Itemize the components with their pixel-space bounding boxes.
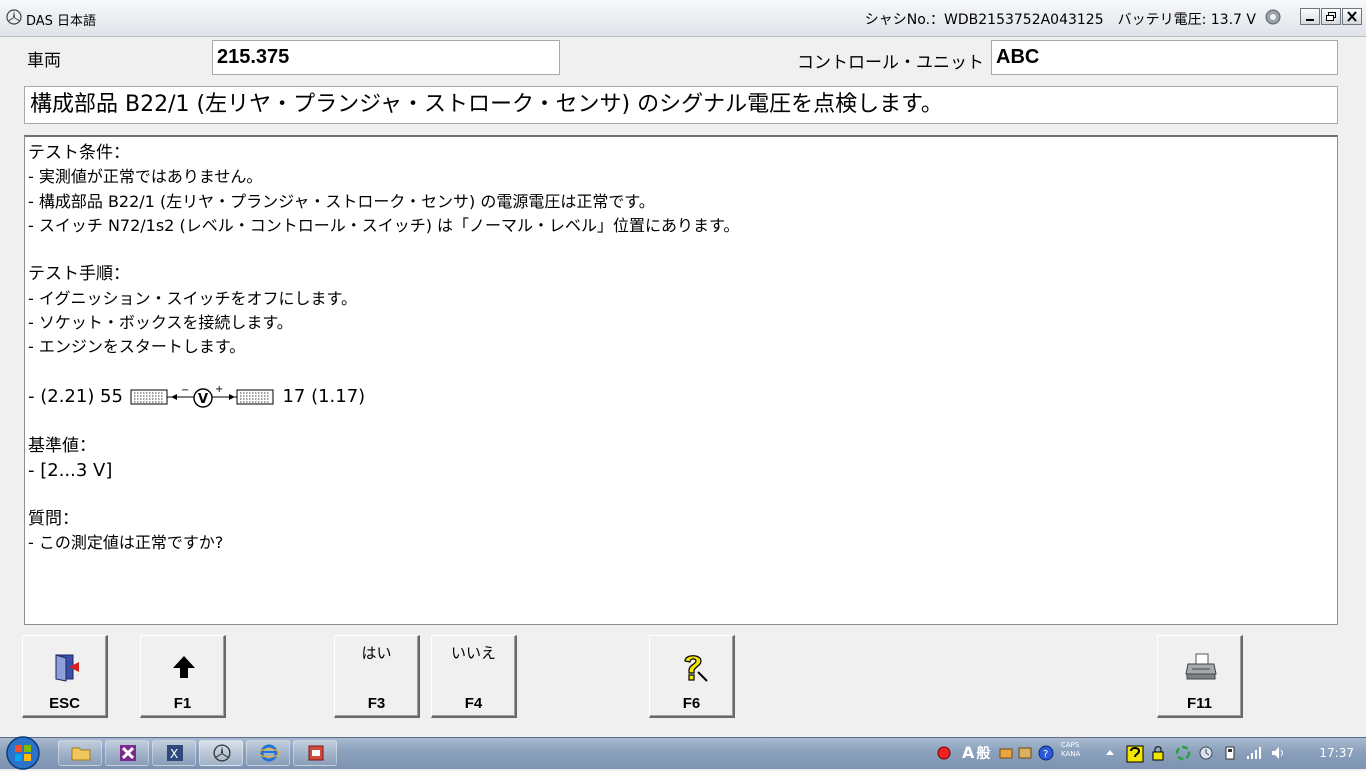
procedure-line: - イグニッション・スイッチをオフにします。 xyxy=(28,288,357,308)
arrow-up-icon xyxy=(173,656,195,678)
ime-kanji-indicator[interactable]: 般 xyxy=(976,746,990,762)
procedure-line: - エンジンをスタートします。 xyxy=(28,337,246,357)
f1-key-label: F1 xyxy=(173,695,192,712)
app-x-icon: X xyxy=(167,745,183,761)
mercedes-star-icon xyxy=(6,9,22,25)
f4-no-button[interactable]: いいえ F4 xyxy=(431,635,517,718)
taskbar-app-6[interactable] xyxy=(293,740,337,766)
network-signal-icon[interactable] xyxy=(1246,745,1262,761)
taskbar-ie[interactable] xyxy=(246,740,290,766)
chassis-battery-info: シャシNo.：WDB2153752A043125 バッテリ電圧: 13.7 V xyxy=(864,12,1256,28)
socket-box-connector-icon xyxy=(130,389,168,405)
measurement-diagram: − V + xyxy=(130,384,274,408)
reference-title: 基準値： xyxy=(28,436,96,457)
yes-text: はい xyxy=(361,644,392,662)
security-lock-icon[interactable] xyxy=(1150,745,1166,761)
usb-device-icon[interactable] xyxy=(1222,745,1238,761)
taskbar-clock[interactable]: 17:37 xyxy=(1319,746,1354,760)
ime-help-icon[interactable]: ? xyxy=(1038,745,1054,761)
measurement-suffix: 17 (1.17) xyxy=(282,385,366,407)
start-orb-icon[interactable] xyxy=(4,735,42,771)
vehicle-field: 215.375 xyxy=(212,40,560,75)
reference-value: - [2...3 V] xyxy=(28,459,113,481)
f11-key-label: F11 xyxy=(1186,695,1213,712)
taskbar-app-3[interactable]: X xyxy=(152,740,196,766)
window-title: DAS 日本語 xyxy=(26,14,97,29)
conditions-title: テスト条件： xyxy=(28,143,130,163)
close-button[interactable] xyxy=(1342,8,1362,25)
f6-help-button[interactable]: F6 xyxy=(649,635,735,718)
test-heading: 構成部品 B22/1 (左リヤ・プランジャ・ストローク・センサ) のシグナル電圧… xyxy=(24,86,1338,124)
question-title: 質問： xyxy=(28,509,79,530)
title-bar: DAS 日本語 シャシNo.：WDB2153752A043125 バッテリ電圧:… xyxy=(0,0,1366,37)
app-red-icon xyxy=(308,745,324,761)
settings-gear-icon[interactable] xyxy=(1265,9,1281,25)
ime-mode-indicator[interactable]: A般 xyxy=(962,743,990,763)
condition-line: - 構成部品 B22/1 (左リヤ・プランジャ・ストローク・センサ) の電源電圧… xyxy=(28,191,655,211)
mercedes-star-icon xyxy=(213,744,231,762)
f6-key-label: F6 xyxy=(682,695,701,712)
taskbar: X A般 ? CAPS KANA 17:37 xyxy=(0,735,1366,771)
test-content-panel[interactable]: テスト条件： - 実測値が正常ではありません。 - 構成部品 B22/1 (左リ… xyxy=(24,135,1338,625)
folder-icon xyxy=(71,747,91,761)
ime-pad-icon[interactable] xyxy=(1017,745,1033,761)
no-text: いいえ xyxy=(450,644,496,662)
f3-yes-button[interactable]: はい F3 xyxy=(334,635,420,718)
condition-line: - スイッチ N72/1s2 (レベル・コントロール・スイッチ) は「ノーマル・… xyxy=(28,215,740,235)
esc-button[interactable]: ESC xyxy=(22,635,108,718)
control-unit-field: ABC xyxy=(991,40,1338,75)
procedure-line: - ソケット・ボックスを接続します。 xyxy=(28,313,293,333)
kana-label: KANA xyxy=(1061,750,1081,758)
app-cross-icon xyxy=(120,745,136,761)
show-hidden-icons-icon[interactable] xyxy=(1104,745,1116,761)
internet-explorer-icon xyxy=(259,744,279,762)
recycle-icon[interactable] xyxy=(1175,745,1191,761)
caps-kana-indicator: CAPS KANA xyxy=(1061,741,1080,759)
minus-sign: − xyxy=(181,385,189,396)
svg-text:?: ? xyxy=(1043,749,1048,760)
socket-box-connector-icon xyxy=(236,389,274,405)
plus-sign: + xyxy=(215,384,223,395)
f11-print-button[interactable]: F11 xyxy=(1157,635,1243,718)
exit-door-icon xyxy=(55,654,79,682)
voltmeter-icon: V xyxy=(193,388,213,408)
help-question-icon xyxy=(684,655,708,682)
f1-back-button[interactable]: F1 xyxy=(140,635,226,718)
taskbar-app-2[interactable] xyxy=(105,740,149,766)
tray-app-icon[interactable] xyxy=(1126,745,1144,763)
volume-icon[interactable] xyxy=(1270,745,1286,761)
question-text: - この測定値は正常ですか? xyxy=(28,533,224,553)
meter-symbol: V xyxy=(198,392,208,407)
sync-clock-icon[interactable] xyxy=(1198,745,1214,761)
minimize-button[interactable] xyxy=(1300,8,1320,25)
tray-alert-icon[interactable] xyxy=(936,745,952,761)
esc-key-label: ESC xyxy=(49,695,80,712)
measurement-line: - (2.21) 55 − V + 17 (1.17) xyxy=(28,384,1337,410)
control-unit-label: コントロール・ユニット xyxy=(797,53,984,73)
f3-key-label: F3 xyxy=(367,695,386,712)
vehicle-label: 車両 xyxy=(27,51,61,71)
measurement-prefix: - (2.21) 55 xyxy=(28,385,123,407)
taskbar-das-app[interactable] xyxy=(199,740,243,766)
restore-button[interactable] xyxy=(1321,8,1341,25)
svg-text:X: X xyxy=(170,747,178,761)
ime-tool-icon[interactable] xyxy=(998,745,1014,761)
caps-label: CAPS xyxy=(1061,741,1080,749)
procedure-title: テスト手順： xyxy=(28,264,130,285)
printer-icon xyxy=(1185,653,1217,680)
condition-line: - 実測値が正常ではありません。 xyxy=(28,167,263,187)
f4-key-label: F4 xyxy=(464,695,483,712)
taskbar-explorer[interactable] xyxy=(58,740,102,766)
